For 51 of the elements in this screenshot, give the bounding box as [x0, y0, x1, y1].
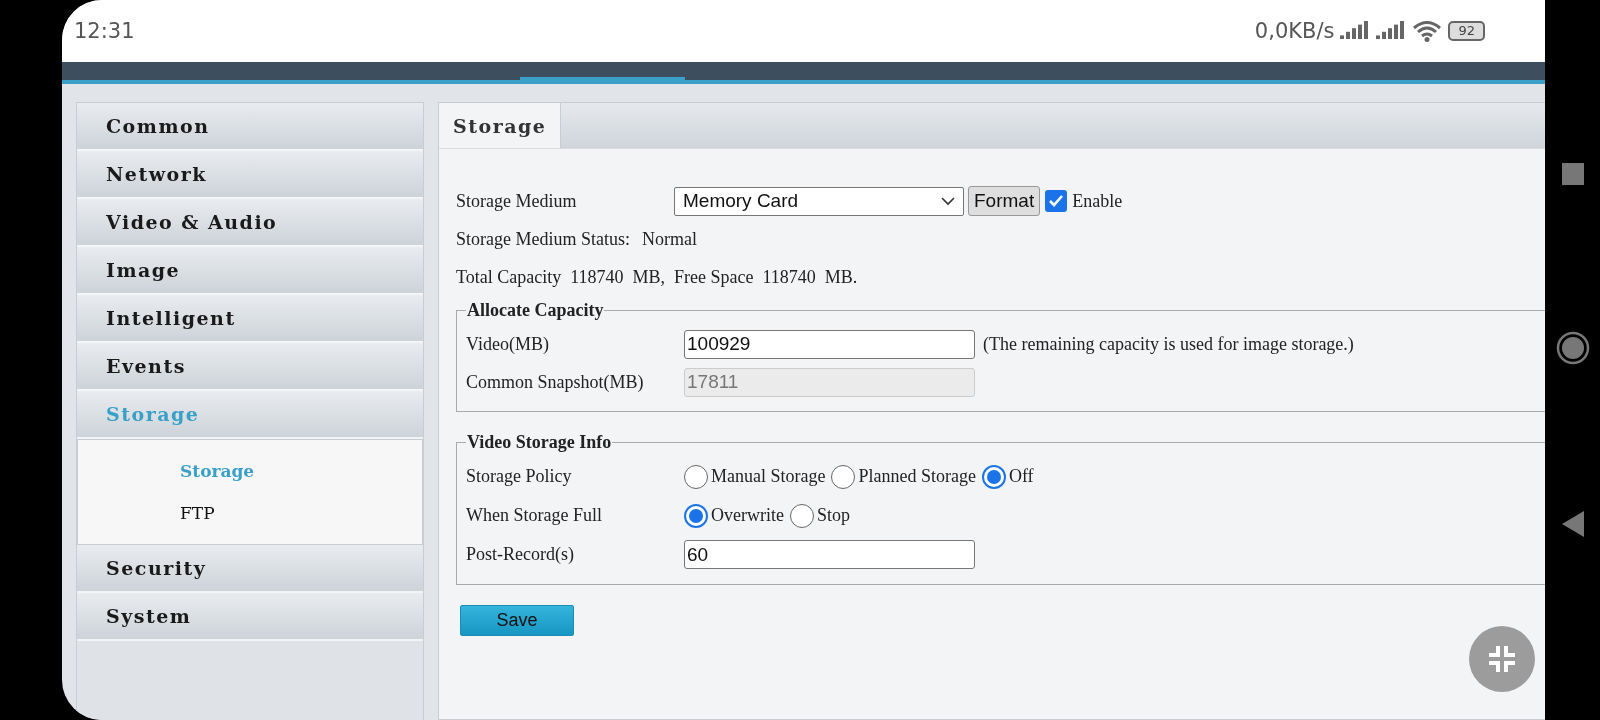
radio-button[interactable] — [684, 503, 708, 528]
storage-medium-select[interactable]: Memory Card — [674, 186, 964, 216]
enable-checkbox[interactable] — [1045, 190, 1068, 212]
radio-label: Overwrite — [711, 505, 784, 526]
field-label: Storage Medium — [456, 190, 578, 212]
hint-text: (The remaining capacity is used for image storage.) — [983, 333, 1354, 355]
checkmark-icon — [1048, 194, 1065, 208]
field-label: Video(MB) — [466, 333, 550, 355]
text-field[interactable]: 60 — [684, 540, 975, 569]
status-time: 12:31 — [74, 19, 135, 43]
collapse-icon — [1487, 644, 1517, 674]
signal-icon — [1376, 21, 1407, 41]
field-label: Common Snapshot(MB) — [466, 371, 645, 393]
radio-button[interactable] — [981, 464, 1006, 489]
sidebar-item[interactable]: Common — [77, 103, 423, 151]
radio-label: Stop — [816, 505, 850, 526]
sidebar-item[interactable]: Image — [77, 247, 423, 295]
text-field[interactable]: 100929 — [684, 329, 975, 359]
radio-label: Planned Storage — [858, 466, 976, 487]
save-button[interactable]: Save — [460, 605, 574, 636]
submenu-item[interactable]: FTP — [180, 492, 422, 534]
radio-button[interactable] — [831, 464, 856, 489]
field-label: Storage Policy — [466, 466, 573, 487]
sidebar-item[interactable]: Events — [77, 343, 423, 391]
radio-button[interactable] — [684, 464, 708, 489]
format-button[interactable]: Format — [968, 186, 1041, 216]
sidebar-item[interactable]: Intelligent — [77, 295, 423, 343]
sidebar-item[interactable]: Security — [77, 545, 423, 593]
recents-icon[interactable] — [1561, 163, 1584, 185]
field-label: Storage Medium Status: — [456, 228, 630, 250]
sidebar-item[interactable]: Video & Audio — [77, 199, 423, 247]
sidebar-item[interactable]: System — [77, 593, 423, 641]
signal-icon — [1340, 21, 1371, 41]
network-speed: 0,0KB/s — [1254, 19, 1335, 43]
battery-icon: 92 — [1448, 21, 1485, 41]
chevron-down-icon — [941, 196, 955, 206]
home-icon[interactable] — [1555, 331, 1590, 365]
group-title: Video Storage Info — [466, 432, 613, 453]
tab[interactable]: Storage — [439, 103, 562, 148]
back-icon[interactable] — [1561, 511, 1584, 537]
capacity-text: Total Capacity 118740 MB, Free Space 118740 MB. — [456, 266, 858, 288]
field-label: When Storage Full — [466, 505, 603, 526]
radio-label: Manual Storage — [711, 466, 826, 487]
radio-button[interactable] — [789, 503, 814, 528]
status-value: Normal — [642, 228, 697, 250]
sidebar-item[interactable]: Network — [77, 151, 423, 199]
checkbox-label: Enable — [1072, 190, 1123, 212]
radio-label: Off — [1008, 466, 1034, 487]
group-title: Allocate Capacity — [466, 300, 605, 321]
wifi-icon — [1412, 20, 1443, 42]
field-label: Post-Record(s) — [466, 544, 575, 565]
